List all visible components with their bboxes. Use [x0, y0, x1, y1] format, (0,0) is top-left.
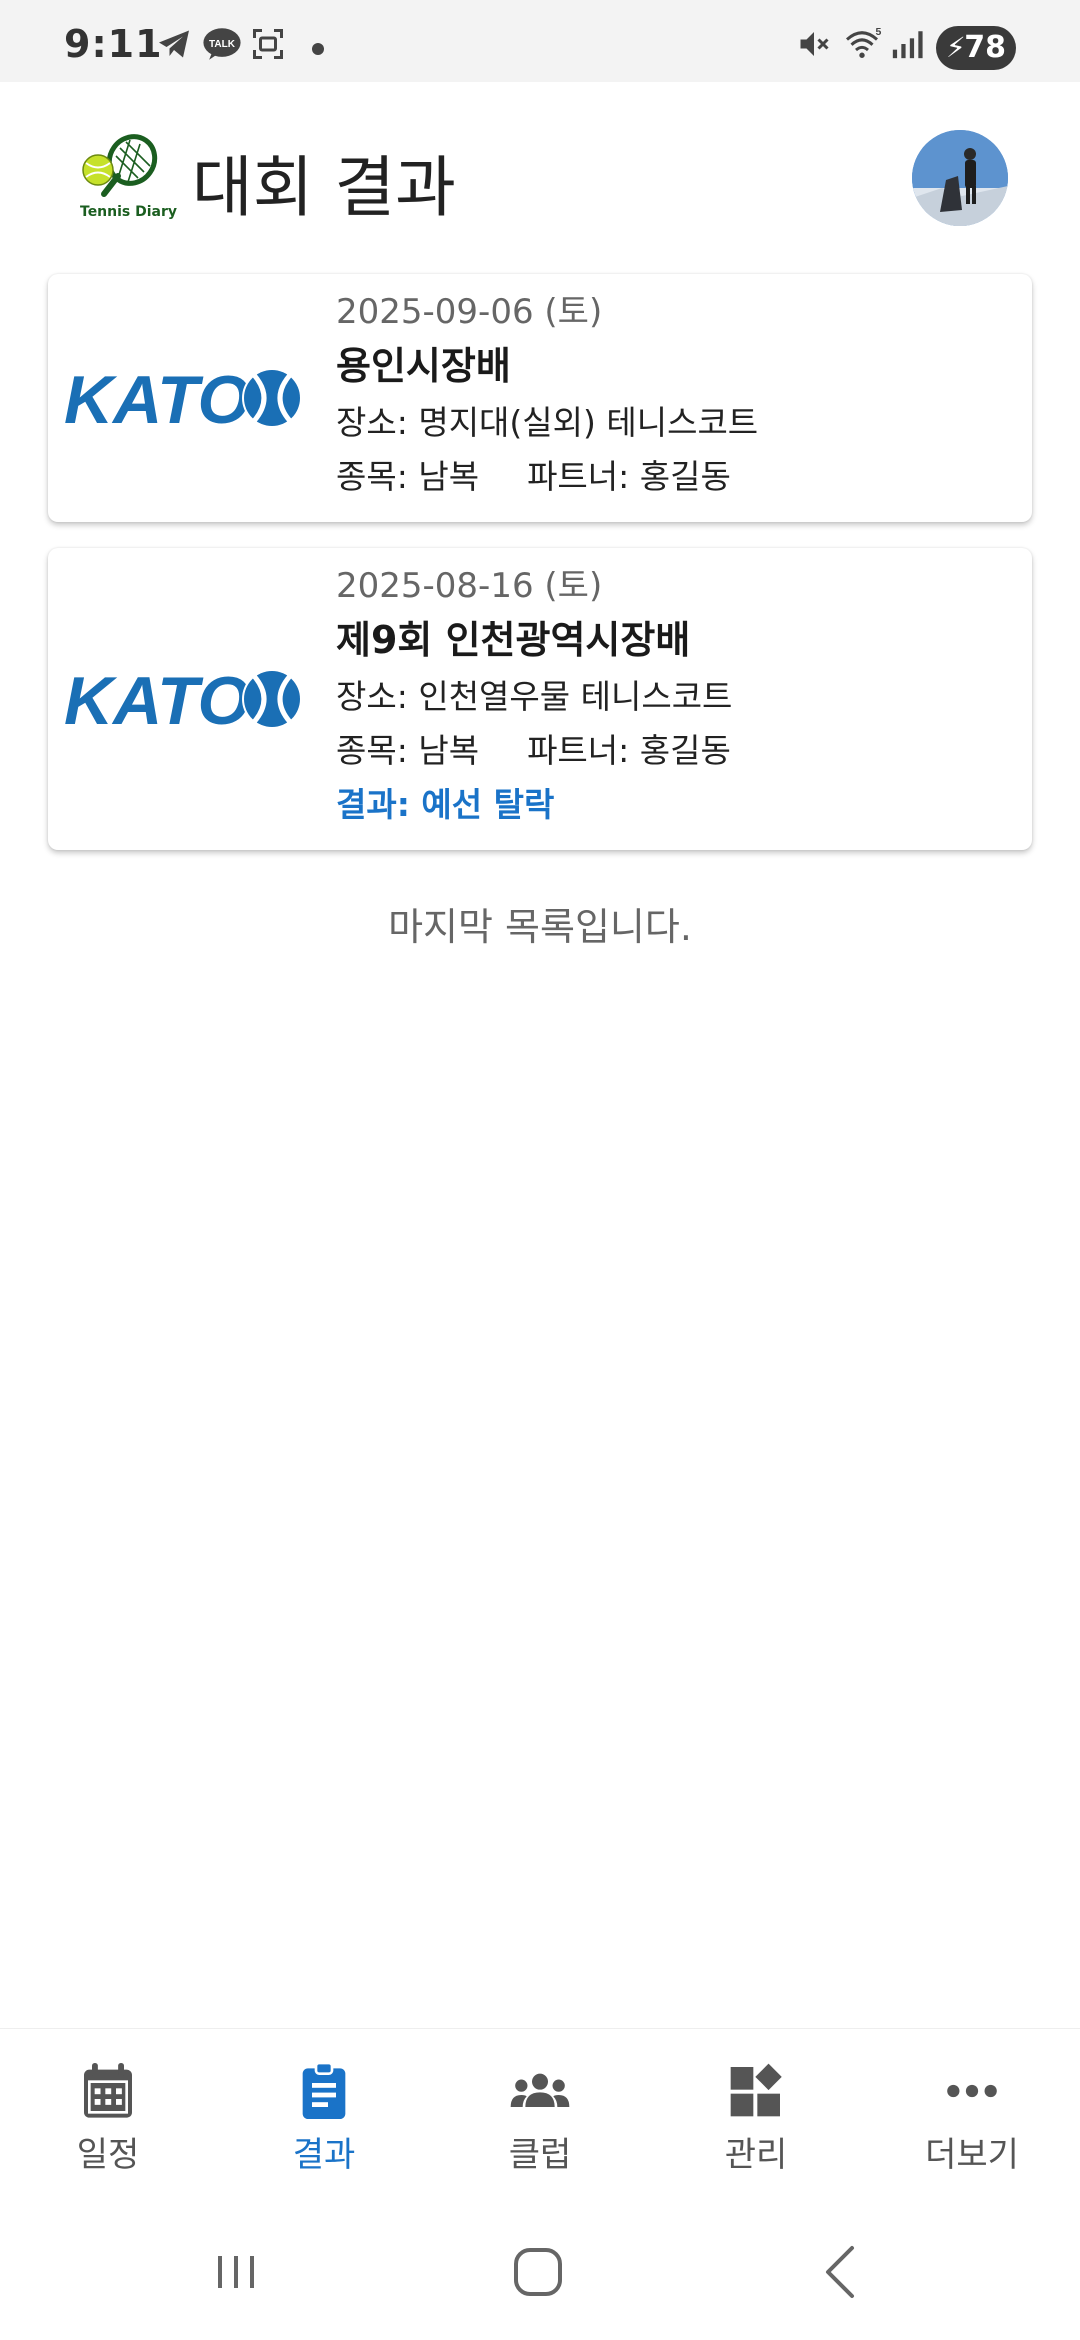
telegram-icon — [159, 30, 189, 58]
list-end-message: 마지막 목록입니다. — [388, 905, 692, 949]
nav-item-results[interactable]: 결과 — [216, 2029, 432, 2200]
nav-item-club[interactable]: 클럽 — [432, 2029, 648, 2200]
kato-logo-text: KATO — [64, 664, 250, 734]
nav-label: 일정 — [76, 2135, 140, 2175]
status-bar: 9:11 TALK 5 ⚡ 78 — [0, 0, 1080, 82]
tournament-event: 종목: 남복 — [336, 731, 480, 770]
tournament-event-row: 종목: 남복 파트너: 홍길동 — [336, 452, 1016, 506]
back-icon[interactable] — [812, 2242, 872, 2302]
nav-label: 더보기 — [925, 2135, 1019, 2175]
tournament-card[interactable]: KATO 2025-09-06 (토) 용인시장배 장소: 명지대(실외) 테니… — [48, 274, 1032, 522]
app-header: Tennis Diary 대회 결과 — [0, 82, 1080, 272]
kato-logo: KATO — [64, 363, 300, 433]
nav-label: 관리 — [724, 2135, 788, 2175]
tournament-result: 결과: 예선 탈락 — [336, 785, 555, 824]
tournament-venue: 장소: 명지대(실외) 테니스코트 — [336, 403, 759, 442]
battery-level: 78 — [964, 30, 1006, 65]
tournament-info: 2025-08-16 (토) 제9회 인천광역시장배 장소: 인천열우물 테니스… — [336, 562, 1016, 834]
tournament-name: 제9회 인천광역시장배 — [336, 618, 691, 662]
tournament-event: 종목: 남복 — [336, 457, 480, 496]
tournament-info: 2025-09-06 (토) 용인시장배 장소: 명지대(실외) 테니스코트 종… — [336, 288, 1016, 506]
more-icon — [947, 2084, 997, 2098]
system-nav-bar — [0, 2200, 1080, 2340]
home-icon[interactable] — [508, 2242, 568, 2302]
svg-text:5: 5 — [876, 26, 882, 38]
tournament-venue: 장소: 인천열우물 테니스코트 — [336, 677, 733, 716]
nav-item-manage[interactable]: 관리 — [648, 2029, 864, 2200]
kakaotalk-icon: TALK — [203, 28, 241, 60]
nav-label: 클럽 — [508, 2135, 572, 2175]
battery-indicator: ⚡ 78 — [936, 26, 1016, 70]
notification-dot — [312, 43, 324, 55]
signal-icon — [892, 31, 923, 59]
screenshot-icon — [253, 29, 283, 59]
kato-logo-text: KATO — [64, 363, 250, 433]
widgets-icon — [730, 2063, 782, 2117]
tournament-card[interactable]: KATO 2025-08-16 (토) 제9회 인천광역시장배 장소: 인천열우… — [48, 548, 1032, 850]
tournament-date: 2025-09-06 (토) — [336, 292, 603, 332]
page-title: 대회 결과 — [192, 149, 456, 226]
recent-apps-icon[interactable] — [206, 2242, 266, 2302]
mute-icon — [800, 32, 829, 56]
calendar-icon — [84, 2063, 132, 2118]
group-icon — [510, 2073, 570, 2107]
tournament-event-row: 종목: 남복 파트너: 홍길동 — [336, 726, 1016, 780]
logo-text: Tennis Diary — [80, 204, 178, 220]
avatar-photo — [912, 130, 1008, 226]
nav-label: 결과 — [292, 2135, 356, 2175]
tournament-partner: 파트너: 홍길동 — [527, 731, 731, 770]
status-time: 9:11 — [64, 22, 163, 66]
wifi-icon: 5 — [845, 26, 882, 58]
svg-text:TALK: TALK — [209, 39, 236, 50]
tournament-date: 2025-08-16 (토) — [336, 566, 603, 606]
nav-item-schedule[interactable]: 일정 — [0, 2029, 216, 2200]
tournament-partner: 파트너: 홍길동 — [527, 457, 731, 496]
clipboard-icon — [302, 2061, 346, 2119]
tournament-name: 용인시장배 — [336, 344, 511, 388]
battery-charging-icon: ⚡ — [946, 31, 966, 64]
bottom-nav: 일정 결과 클럽 관리 더보기 — [0, 2028, 1080, 2200]
nav-item-more[interactable]: 더보기 — [864, 2029, 1080, 2200]
kato-logo: KATO — [64, 664, 300, 734]
avatar[interactable] — [912, 130, 1008, 226]
